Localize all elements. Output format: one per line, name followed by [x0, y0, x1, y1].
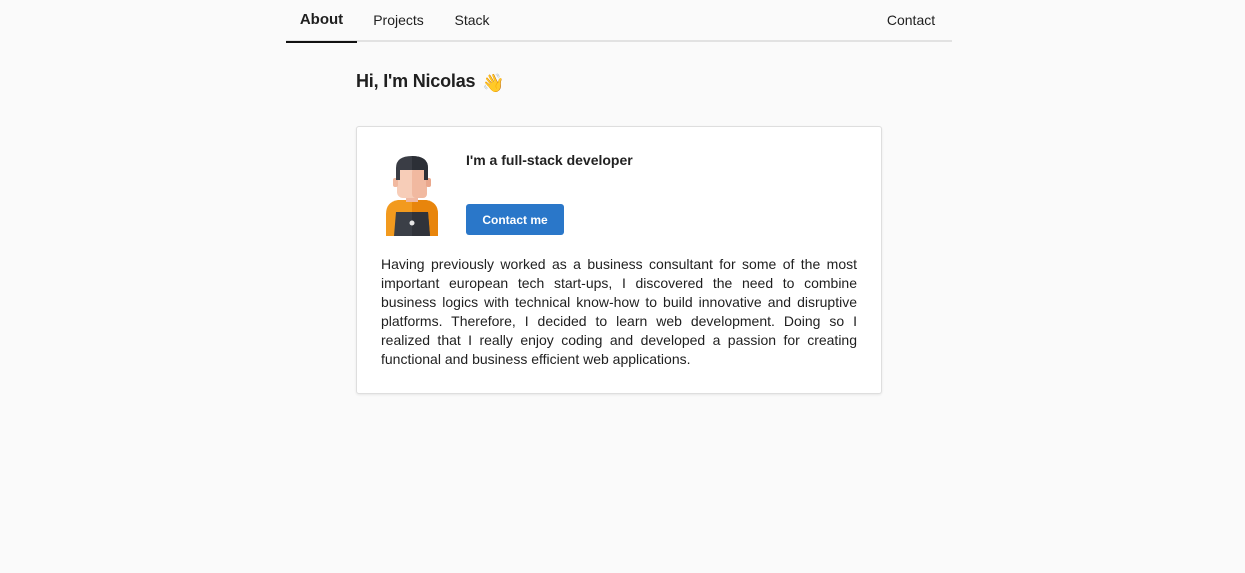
about-card: I'm a full-stack developer Contact me Ha… [356, 126, 882, 394]
tab-stack[interactable]: Stack [440, 0, 504, 42]
tab-about[interactable]: About [286, 0, 357, 43]
waving-hand-icon: 👋 [482, 73, 505, 93]
tab-contact[interactable]: Contact [870, 0, 952, 42]
bio-text: Having previously worked as a business c… [381, 256, 857, 367]
greeting-text: Hi, I'm Nicolas [356, 71, 476, 91]
headline: I'm a full-stack developer [466, 152, 633, 168]
developer-avatar-icon [384, 154, 440, 236]
contact-me-button[interactable]: Contact me [466, 204, 564, 235]
page-title: Hi, I'm Nicolas 👋 [356, 71, 505, 94]
tab-projects[interactable]: Projects [357, 0, 440, 42]
top-navigation: About Projects Stack Contact [286, 0, 952, 43]
